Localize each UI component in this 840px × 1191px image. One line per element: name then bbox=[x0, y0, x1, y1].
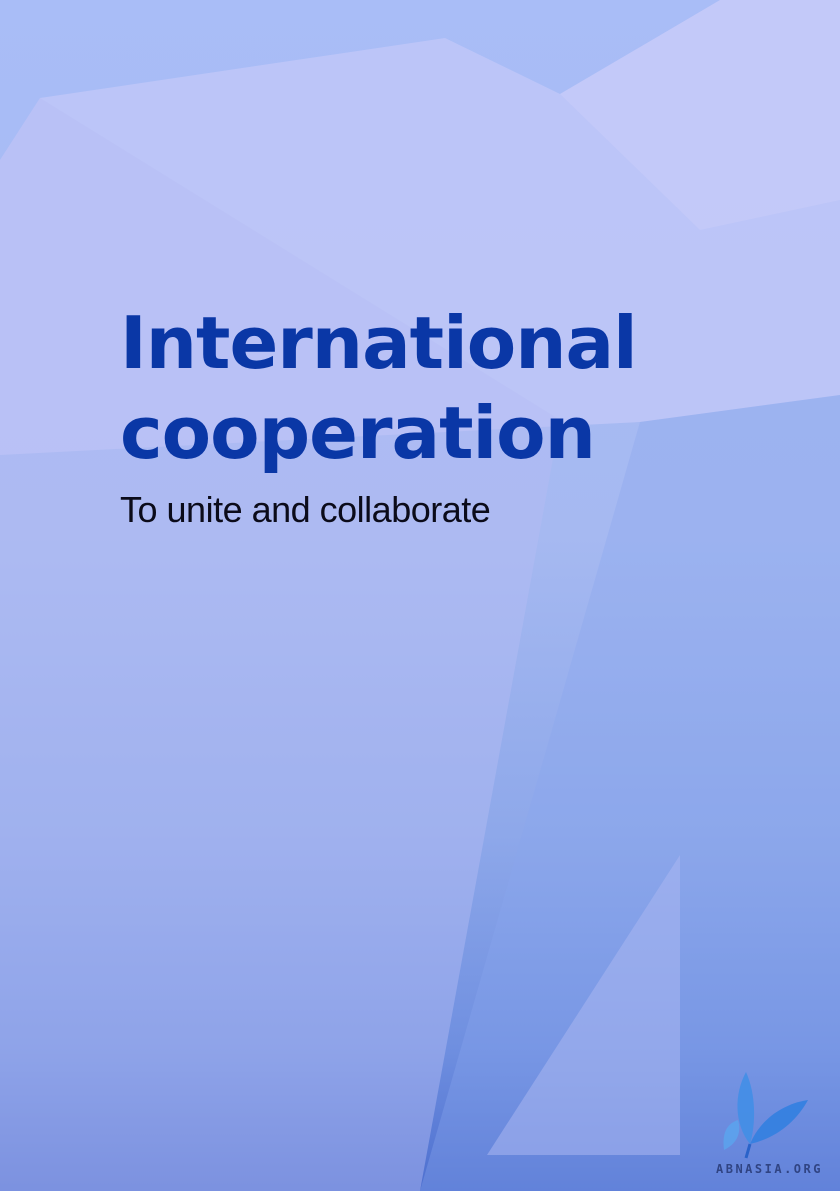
background-shapes bbox=[0, 0, 840, 1191]
title-line-1: International bbox=[120, 301, 638, 385]
leaf-logo-icon bbox=[723, 1072, 808, 1159]
page-title: International cooperation bbox=[120, 298, 760, 478]
page-subtitle: To unite and collaborate bbox=[120, 489, 491, 530]
title-line-2: cooperation bbox=[120, 391, 596, 475]
watermark-logo: ABNASIA.ORG bbox=[712, 1064, 840, 1191]
watermark-text: ABNASIA.ORG bbox=[716, 1162, 823, 1176]
